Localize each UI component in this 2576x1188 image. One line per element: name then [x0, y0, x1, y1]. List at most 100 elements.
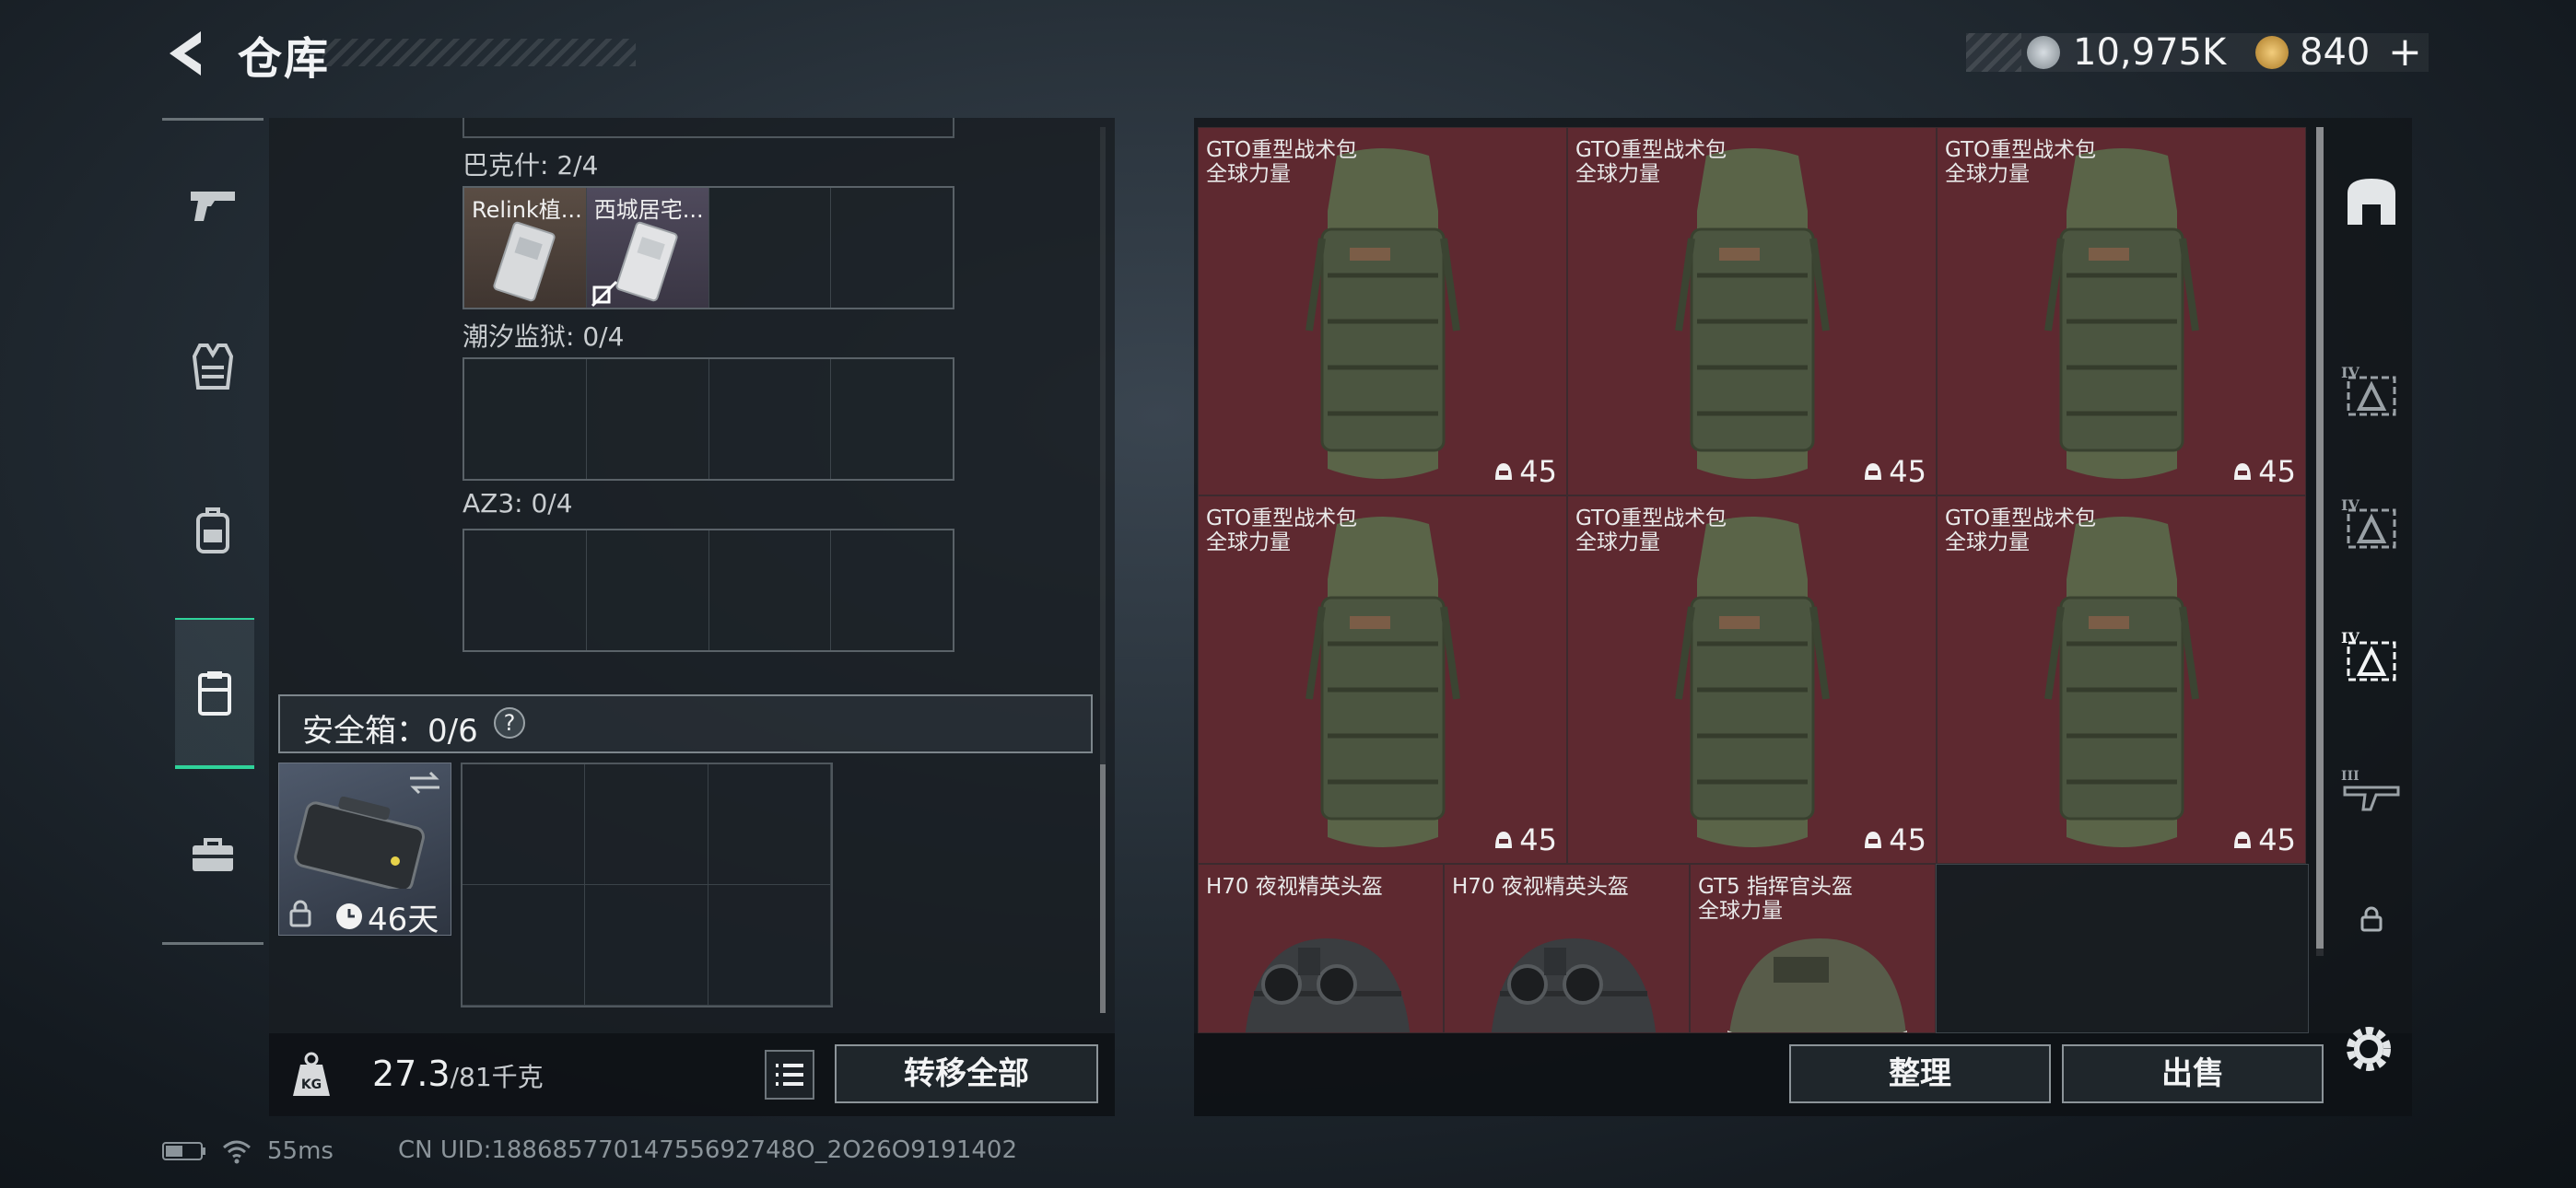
empty-slot[interactable]: [463, 764, 586, 885]
filter-tab[interactable]: [2336, 884, 2406, 954]
empty-slot[interactable]: [831, 188, 953, 308]
stash-item[interactable]: GTO重型战术包 全球力量 45: [1198, 127, 1567, 495]
durability-icon: [1495, 832, 1513, 848]
nav-backpacks[interactable]: [175, 493, 251, 568]
filter-tab[interactable]: [2336, 166, 2406, 236]
safe-box-item[interactable]: 46天: [278, 763, 451, 938]
item-faction: 全球力量: [1945, 162, 2030, 186]
weight-icon: KG: [293, 1052, 330, 1096]
lock-icon: [2360, 906, 2383, 932]
empty-slot[interactable]: [831, 530, 953, 650]
durability-value: 45: [1519, 454, 1557, 489]
filter-tab[interactable]: IV: [2336, 357, 2406, 427]
empty-slot[interactable]: [587, 530, 709, 650]
durability: 45: [1493, 822, 1557, 857]
helmet-image: [1727, 938, 1907, 1032]
durability: 45: [1863, 454, 1926, 489]
empty-slot[interactable]: [831, 359, 953, 479]
left-scroll-thumb[interactable]: [1100, 764, 1106, 1013]
durability: 45: [2232, 822, 2296, 857]
nav-supplies[interactable]: [175, 817, 251, 892]
transfer-all-button[interactable]: 转移全部: [835, 1044, 1098, 1103]
sort-button[interactable]: 整理: [1789, 1044, 2051, 1103]
slot-row-az3: [463, 529, 954, 652]
empty-slot[interactable]: [464, 530, 587, 650]
nav-weapons[interactable]: [175, 167, 251, 242]
user-id: CN UID:18868577014755692748O_2O26O919140…: [398, 1136, 1018, 1164]
stash-item[interactable]: GTO重型战术包 全球力量 45: [1198, 495, 1567, 864]
stash-item[interactable]: H70 夜视精英头盔: [1198, 864, 1444, 1033]
key-item-1[interactable]: Relink植...: [464, 188, 587, 308]
backpack-image: [1306, 517, 1460, 847]
empty-slot[interactable]: [708, 885, 831, 1006]
section-label-az3: AZ3: 0/4: [463, 488, 573, 518]
stash-item[interactable]: H70 夜视精英头盔: [1444, 864, 1690, 1033]
rifle-tier-icon: III: [2341, 769, 2400, 811]
category-nav: [162, 118, 263, 945]
toolbox-icon: [193, 838, 233, 871]
add-currency-button[interactable]: +: [2388, 32, 2422, 73]
swap-icon[interactable]: [406, 769, 443, 797]
sell-button[interactable]: 出售: [2062, 1044, 2324, 1103]
remaining-days: 46天: [368, 902, 439, 938]
durability-icon: [1495, 463, 1513, 480]
empty-slot[interactable]: [587, 359, 709, 479]
filter-tab[interactable]: III: [2336, 755, 2406, 825]
clock-icon: [336, 903, 362, 929]
help-button[interactable]: ?: [494, 707, 525, 739]
clipboard-icon: [198, 671, 231, 716]
durability-value: 45: [1519, 822, 1557, 857]
empty-slot[interactable]: [709, 359, 832, 479]
filter-tab[interactable]: IV: [2336, 623, 2406, 693]
list-icon: [776, 1064, 803, 1086]
empty-slot[interactable]: [463, 885, 586, 1006]
nav-containers[interactable]: [175, 618, 254, 769]
empty-slot[interactable]: [709, 530, 832, 650]
backpack-icon: [196, 507, 229, 553]
durability-value: 45: [2258, 454, 2296, 489]
stash-item[interactable]: GTO重型战术包 全球力量 45: [1567, 127, 1937, 495]
empty-slot[interactable]: [585, 885, 708, 1006]
durability-icon: [1865, 463, 1882, 480]
safe-box-header: 安全箱：0/6 ?: [278, 694, 1093, 753]
back-arrow-icon[interactable]: [164, 28, 206, 79]
nav-armor[interactable]: [175, 329, 251, 404]
item-name: Relink植...: [472, 197, 582, 223]
empty-slot[interactable]: [708, 764, 831, 885]
empty-slot[interactable]: [1936, 864, 2309, 1033]
empty-slot[interactable]: [709, 188, 832, 308]
silver-amount: 10,975K: [2073, 31, 2227, 74]
right-scroll-thumb[interactable]: [2316, 127, 2324, 949]
list-view-button[interactable]: [765, 1050, 814, 1100]
item-faction: 全球力量: [1575, 162, 1660, 186]
key-item-2[interactable]: 西城居宅...: [586, 188, 709, 308]
durability-value: 45: [2258, 822, 2296, 857]
svg-text:KG: KG: [301, 1077, 322, 1092]
stash-filter-tabs: IV IV IV III: [2336, 129, 2406, 958]
ping-readout: 55ms: [267, 1137, 334, 1165]
durability: 45: [1493, 454, 1557, 489]
durability-value: 45: [1889, 454, 1926, 489]
left-footer: KG 27.3/81千克 转移全部: [269, 1033, 1115, 1116]
weight-max: /81千克: [450, 1062, 544, 1092]
keycard-image: [615, 221, 678, 302]
helmet-image: [1491, 938, 1657, 1032]
armor-icon: [2348, 179, 2395, 225]
stash-item[interactable]: GTO重型战术包 全球力量 45: [1937, 127, 2306, 495]
empty-slot[interactable]: [464, 359, 587, 479]
weight-readout: 27.3/81千克: [372, 1054, 544, 1094]
gold-amount: 840: [2300, 31, 2371, 74]
durability-icon: [1865, 832, 1882, 848]
stash-item[interactable]: GTO重型战术包 全球力量 45: [1567, 495, 1937, 864]
helmet-image: [1245, 938, 1411, 1032]
battery-icon: [162, 1142, 205, 1160]
stash-item[interactable]: GTO重型战术包 全球力量 45: [1937, 495, 2306, 864]
empty-slot[interactable]: [585, 764, 708, 885]
filter-tab[interactable]: IV: [2336, 490, 2406, 560]
durability-icon: [2234, 832, 2252, 848]
safe-box-grid: [461, 763, 833, 1007]
durability: 45: [1863, 822, 1926, 857]
section-label-prison: 潮汐监狱: 0/4: [463, 321, 625, 352]
gear-icon[interactable]: [2342, 1022, 2395, 1076]
stash-item[interactable]: GT5 指挥官头盔 全球力量: [1690, 864, 1936, 1033]
